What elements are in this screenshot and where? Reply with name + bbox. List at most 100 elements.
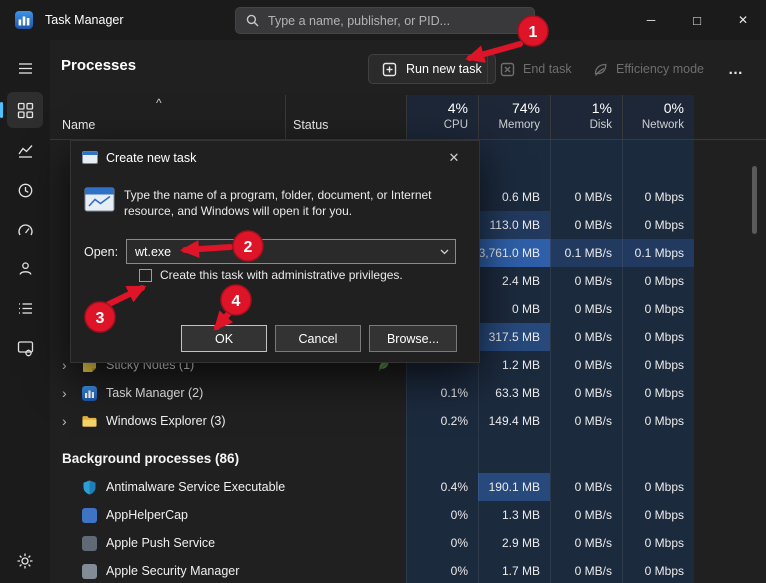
disk-cell: 0 MB/s bbox=[550, 183, 622, 211]
table-row[interactable]: Apple Security Manager 0% 1.7 MB 0 MB/s … bbox=[50, 557, 766, 583]
dialog-message: Type the name of a program, folder, docu… bbox=[124, 188, 432, 218]
disk-cell: 0.1 MB/s bbox=[550, 239, 622, 267]
close-button[interactable]: ✕ bbox=[720, 0, 766, 40]
disk-cell: 0 MB/s bbox=[550, 267, 622, 295]
disk-cell: 0 MB/s bbox=[550, 557, 622, 583]
open-label: Open: bbox=[84, 245, 119, 259]
checkbox-label: Create this task with administrative pri… bbox=[160, 268, 403, 282]
titlebar: Task Manager ─ □ ✕ bbox=[0, 0, 766, 40]
cpu-cell: 0.2% bbox=[406, 407, 478, 435]
cpu-cell: 0% bbox=[406, 501, 478, 529]
maximize-button[interactable]: □ bbox=[674, 0, 720, 40]
disk-cell: 0 MB/s bbox=[550, 211, 622, 239]
memory-cell: 3,761.0 MB bbox=[478, 239, 550, 267]
combobox-dropdown-icon[interactable] bbox=[433, 249, 455, 255]
table-row[interactable]: Apple Push Service 0% 2.9 MB 0 MB/s 0 Mb… bbox=[50, 529, 766, 557]
column-header-name[interactable]: ^ Name bbox=[50, 95, 285, 139]
memory-cell: 1.3 MB bbox=[478, 501, 550, 529]
apphelpercap-icon bbox=[82, 507, 97, 523]
disk-cell: 0 MB/s bbox=[550, 295, 622, 323]
more-options-button[interactable]: … bbox=[719, 54, 753, 84]
sidebar-item-details[interactable] bbox=[7, 290, 43, 326]
table-row[interactable]: › Task Manager (2) 0.1% 63.3 MB 0 MB/s 0… bbox=[50, 379, 766, 407]
windows-explorer-icon bbox=[82, 415, 97, 427]
column-header-disk[interactable]: 1% Disk bbox=[550, 95, 622, 139]
processes-toolbar: Processes Run new task End task Efficien… bbox=[50, 40, 766, 95]
table-row[interactable]: Antimalware Service Executable 0.4% 190.… bbox=[50, 473, 766, 501]
efficiency-mode-label: Efficiency mode bbox=[616, 62, 705, 76]
network-cell: 0 Mbps bbox=[622, 183, 694, 211]
memory-cell: 317.5 MB bbox=[478, 323, 550, 351]
sidebar-item-startup-apps[interactable] bbox=[7, 212, 43, 248]
minimize-button[interactable]: ─ bbox=[628, 0, 674, 40]
network-cell: 0.1 Mbps bbox=[622, 239, 694, 267]
search-input[interactable] bbox=[268, 13, 524, 28]
table-row[interactable]: › Windows Explorer (3) 0.2% 149.4 MB 0 M… bbox=[50, 407, 766, 435]
header-gutter bbox=[694, 95, 766, 139]
disk-total-pct: 1% bbox=[591, 100, 612, 116]
memory-cell: 1.7 MB bbox=[478, 557, 550, 583]
network-cell: 0 Mbps bbox=[622, 323, 694, 351]
disk-cell: 0 MB/s bbox=[550, 379, 622, 407]
cancel-button[interactable]: Cancel bbox=[275, 325, 361, 352]
column-header-network[interactable]: 0% Network bbox=[622, 95, 694, 139]
run-new-task-button[interactable]: Run new task bbox=[368, 54, 496, 84]
disk-cell: 0 MB/s bbox=[550, 529, 622, 557]
task-manager-window: Task Manager ─ □ ✕ bbox=[0, 0, 766, 583]
disk-cell: 0 MB/s bbox=[550, 323, 622, 351]
cpu-cell: 0.1% bbox=[406, 379, 478, 407]
search-box[interactable] bbox=[235, 7, 535, 34]
task-manager-app-icon bbox=[15, 11, 33, 29]
network-cell: 0 Mbps bbox=[622, 473, 694, 501]
sidebar-item-app-history[interactable] bbox=[7, 172, 43, 208]
sidebar-item-performance[interactable] bbox=[7, 132, 43, 168]
open-input[interactable] bbox=[127, 244, 433, 259]
network-cell: 0 Mbps bbox=[622, 501, 694, 529]
expand-chevron-icon[interactable]: › bbox=[62, 414, 80, 428]
create-new-task-dialog: Create new task ✕ Type the name of a pro… bbox=[70, 140, 480, 363]
memory-total-pct: 74% bbox=[511, 100, 540, 116]
open-combobox bbox=[126, 239, 456, 264]
disk-cell: 0 MB/s bbox=[550, 407, 622, 435]
antimalware-icon bbox=[83, 480, 96, 494]
table-row[interactable]: AppHelperCap 0% 1.3 MB 0 MB/s 0 Mbps bbox=[50, 501, 766, 529]
end-task-icon bbox=[500, 62, 515, 76]
sidebar bbox=[0, 40, 50, 583]
dialog-titlebar: Create new task bbox=[71, 141, 479, 174]
sidebar-item-processes[interactable] bbox=[0, 92, 43, 128]
scrollbar-thumb[interactable] bbox=[752, 166, 757, 234]
network-cell: 0 Mbps bbox=[622, 529, 694, 557]
browse-button[interactable]: Browse... bbox=[369, 325, 457, 352]
process-name-label: Apple Push Service bbox=[106, 536, 216, 550]
new-task-icon bbox=[382, 62, 397, 76]
network-cell: 0 Mbps bbox=[622, 351, 694, 379]
dialog-close-icon[interactable]: ✕ bbox=[438, 146, 470, 170]
window-title: Task Manager bbox=[45, 13, 124, 27]
end-task-button[interactable]: End task bbox=[500, 54, 572, 84]
network-cell: 0 Mbps bbox=[622, 295, 694, 323]
column-header-cpu[interactable]: 4% CPU bbox=[406, 95, 478, 139]
settings-gear-icon[interactable] bbox=[7, 543, 43, 579]
checkbox-box[interactable] bbox=[139, 268, 152, 282]
dialog-title-icon bbox=[82, 151, 98, 164]
efficiency-mode-button[interactable]: Efficiency mode bbox=[593, 54, 704, 84]
cpu-total-pct: 4% bbox=[447, 100, 468, 116]
cpu-cell: 0% bbox=[406, 557, 478, 583]
ok-button[interactable]: OK bbox=[181, 325, 267, 352]
sidebar-item-users[interactable] bbox=[7, 250, 43, 286]
disk-cell: 0 MB/s bbox=[550, 473, 622, 501]
run-new-task-label: Run new task bbox=[406, 62, 482, 76]
sort-ascending-icon: ^ bbox=[156, 96, 162, 110]
run-program-icon bbox=[84, 187, 115, 212]
process-name-label: Windows Explorer (3) bbox=[106, 414, 226, 428]
expand-chevron-icon[interactable]: › bbox=[62, 386, 80, 400]
column-header-status[interactable]: Status bbox=[285, 95, 406, 139]
memory-cell: 0.6 MB bbox=[478, 183, 550, 211]
menu-icon[interactable] bbox=[7, 50, 43, 86]
column-header-memory[interactable]: 74% Memory bbox=[478, 95, 550, 139]
network-cell: 0 Mbps bbox=[622, 211, 694, 239]
sidebar-item-services[interactable] bbox=[7, 330, 43, 366]
apple-security-manager-icon bbox=[82, 563, 97, 579]
background-processes-header: Background processes (86) bbox=[50, 435, 766, 473]
admin-privileges-checkbox[interactable]: Create this task with administrative pri… bbox=[139, 268, 403, 282]
